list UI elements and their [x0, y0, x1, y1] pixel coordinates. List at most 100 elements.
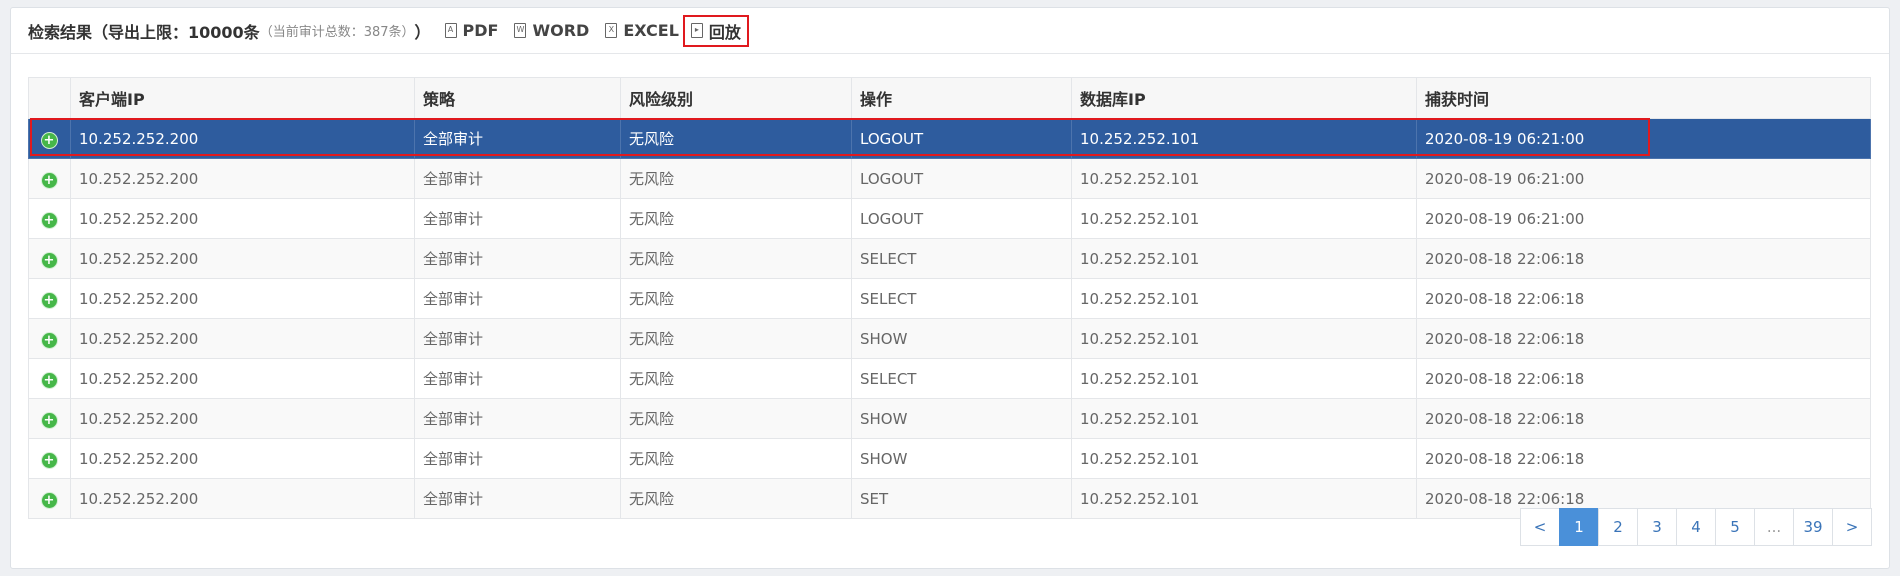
- title-close-paren: ）: [414, 22, 431, 42]
- expand-cell: +: [28, 238, 71, 279]
- cell-operation: LOGOUT: [851, 118, 1072, 159]
- export-pdf-button[interactable]: A PDF: [444, 21, 499, 40]
- cell-risk-level: 无风险: [620, 478, 852, 519]
- cell-operation: SHOW: [851, 438, 1072, 479]
- cell-db-ip: 10.252.252.101: [1071, 358, 1417, 399]
- word-file-icon: W: [514, 23, 527, 38]
- table-row[interactable]: +10.252.252.200 全部审计 无风险 LOGOUT 10.252.252.1…: [28, 158, 1871, 199]
- expand-plus-icon[interactable]: +: [41, 492, 57, 508]
- cell-capture-time: 2020-08-18 22:06:18: [1416, 398, 1871, 439]
- results-panel: 检索结果（导出上限： 10000条 （当前审计总数：387条） ） A PDF …: [10, 7, 1890, 569]
- cell-capture-time: 2020-08-19 06:21:00: [1416, 198, 1871, 239]
- cell-client-ip: 10.252.252.200: [70, 278, 415, 319]
- cell-capture-time: 2020-08-18 22:06:18: [1416, 318, 1871, 359]
- cell-policy: 全部审计: [414, 158, 621, 199]
- page-button-5[interactable]: 5: [1715, 508, 1755, 546]
- cell-policy: 全部审计: [414, 478, 621, 519]
- export-limit: 10000条: [188, 22, 260, 42]
- page-button-1[interactable]: 1: [1559, 508, 1599, 546]
- cell-operation: SELECT: [851, 358, 1072, 399]
- expand-plus-icon[interactable]: +: [41, 172, 57, 188]
- cell-policy: 全部审计: [414, 438, 621, 479]
- cell-client-ip: 10.252.252.200: [70, 318, 415, 359]
- expand-cell: +: [28, 118, 71, 159]
- table-row[interactable]: +10.252.252.200 全部审计 无风险 LOGOUT 10.252.252.1…: [28, 198, 1871, 239]
- cell-capture-time: 2020-08-18 22:06:18: [1416, 358, 1871, 399]
- header-capture-time[interactable]: 捕获时间: [1416, 77, 1871, 119]
- cell-risk-level: 无风险: [620, 358, 852, 399]
- header-operation[interactable]: 操作: [851, 77, 1072, 119]
- cell-capture-time: 2020-08-18 22:06:18: [1416, 438, 1871, 479]
- expand-plus-icon[interactable]: +: [41, 332, 57, 348]
- cell-client-ip: 10.252.252.200: [70, 158, 415, 199]
- cell-policy: 全部审计: [414, 398, 621, 439]
- expand-cell: +: [28, 158, 71, 199]
- table-row[interactable]: +10.252.252.200 全部审计 无风险 SHOW 10.252.252.101…: [28, 318, 1871, 359]
- expand-plus-icon[interactable]: +: [41, 132, 57, 148]
- replay-button[interactable]: ▸ 回放: [682, 14, 749, 47]
- cell-risk-level: 无风险: [620, 198, 852, 239]
- cell-risk-level: 无风险: [620, 118, 852, 159]
- header-db-ip[interactable]: 数据库IP: [1071, 77, 1417, 119]
- page-button-39[interactable]: 39: [1793, 508, 1833, 546]
- cell-client-ip: 10.252.252.200: [70, 358, 415, 399]
- expand-plus-icon[interactable]: +: [41, 372, 57, 388]
- header-expand: [28, 77, 71, 119]
- table-row[interactable]: +10.252.252.200 全部审计 无风险 SHOW 10.252.252.101…: [28, 438, 1871, 479]
- header-policy[interactable]: 策略: [414, 77, 621, 119]
- expand-plus-icon[interactable]: +: [41, 252, 57, 268]
- cell-operation: SET: [851, 478, 1072, 519]
- cell-db-ip: 10.252.252.101: [1071, 238, 1417, 279]
- cell-client-ip: 10.252.252.200: [70, 438, 415, 479]
- expand-plus-icon[interactable]: +: [41, 412, 57, 428]
- cell-operation: SELECT: [851, 278, 1072, 319]
- expand-plus-icon[interactable]: +: [41, 212, 57, 228]
- expand-cell: +: [28, 478, 71, 519]
- cell-db-ip: 10.252.252.101: [1071, 198, 1417, 239]
- table-body: +10.252.252.200 全部审计 无风险 LOGOUT 10.252.252.1…: [28, 118, 1871, 519]
- cell-policy: 全部审计: [414, 318, 621, 359]
- export-excel-label: EXCEL: [623, 21, 679, 40]
- cell-db-ip: 10.252.252.101: [1071, 318, 1417, 359]
- export-pdf-label: PDF: [462, 21, 499, 40]
- expand-cell: +: [28, 198, 71, 239]
- table-row[interactable]: +10.252.252.200 全部审计 无风险 SELECT 10.252.252.1…: [28, 358, 1871, 399]
- page-ellipsis[interactable]: ...: [1754, 508, 1794, 546]
- expand-cell: +: [28, 358, 71, 399]
- cell-operation: SHOW: [851, 318, 1072, 359]
- table-row[interactable]: +10.252.252.200 全部审计 无风险 SHOW 10.252.252.101…: [28, 398, 1871, 439]
- table-row[interactable]: +10.252.252.200 全部审计 无风险 LOGOUT 10.252.252.1…: [28, 118, 1871, 159]
- cell-risk-level: 无风险: [620, 158, 852, 199]
- header-risk-level[interactable]: 风险级别: [620, 77, 852, 119]
- cell-client-ip: 10.252.252.200: [70, 478, 415, 519]
- results-toolbar: 检索结果（导出上限： 10000条 （当前审计总数：387条） ） A PDF …: [11, 8, 1889, 54]
- header-client-ip[interactable]: 客户端IP: [70, 77, 415, 119]
- page-button-2[interactable]: 2: [1598, 508, 1638, 546]
- expand-cell: +: [28, 318, 71, 359]
- cell-client-ip: 10.252.252.200: [70, 118, 415, 159]
- cell-client-ip: 10.252.252.200: [70, 198, 415, 239]
- page-button-4[interactable]: 4: [1676, 508, 1716, 546]
- prev-page-button[interactable]: <: [1520, 508, 1560, 546]
- cell-capture-time: 2020-08-19 06:21:00: [1416, 158, 1871, 199]
- pdf-file-icon: A: [444, 23, 457, 38]
- cell-operation: SELECT: [851, 238, 1072, 279]
- table-row[interactable]: +10.252.252.200 全部审计 无风险 SELECT 10.252.252.1…: [28, 238, 1871, 279]
- next-page-button[interactable]: >: [1832, 508, 1872, 546]
- table-row[interactable]: +10.252.252.200 全部审计 无风险 SELECT 10.252.252.1…: [28, 278, 1871, 319]
- cell-policy: 全部审计: [414, 238, 621, 279]
- cell-policy: 全部审计: [414, 118, 621, 159]
- export-word-button[interactable]: W WORD: [514, 21, 589, 40]
- page-button-3[interactable]: 3: [1637, 508, 1677, 546]
- expand-plus-icon[interactable]: +: [41, 452, 57, 468]
- cell-operation: LOGOUT: [851, 158, 1072, 199]
- audit-total: （当前审计总数：387条）: [259, 25, 415, 40]
- cell-capture-time: 2020-08-18 22:06:18: [1416, 278, 1871, 319]
- export-excel-button[interactable]: X EXCEL: [605, 21, 679, 40]
- expand-cell: +: [28, 398, 71, 439]
- pagination: <1 2 3 4 5... 39 >: [1520, 508, 1872, 546]
- cell-policy: 全部审计: [414, 278, 621, 319]
- table-header-row: 客户端IP 策略 风险级别 操作 数据库IP 捕获时间: [28, 77, 1871, 119]
- cell-db-ip: 10.252.252.101: [1071, 478, 1417, 519]
- expand-plus-icon[interactable]: +: [41, 292, 57, 308]
